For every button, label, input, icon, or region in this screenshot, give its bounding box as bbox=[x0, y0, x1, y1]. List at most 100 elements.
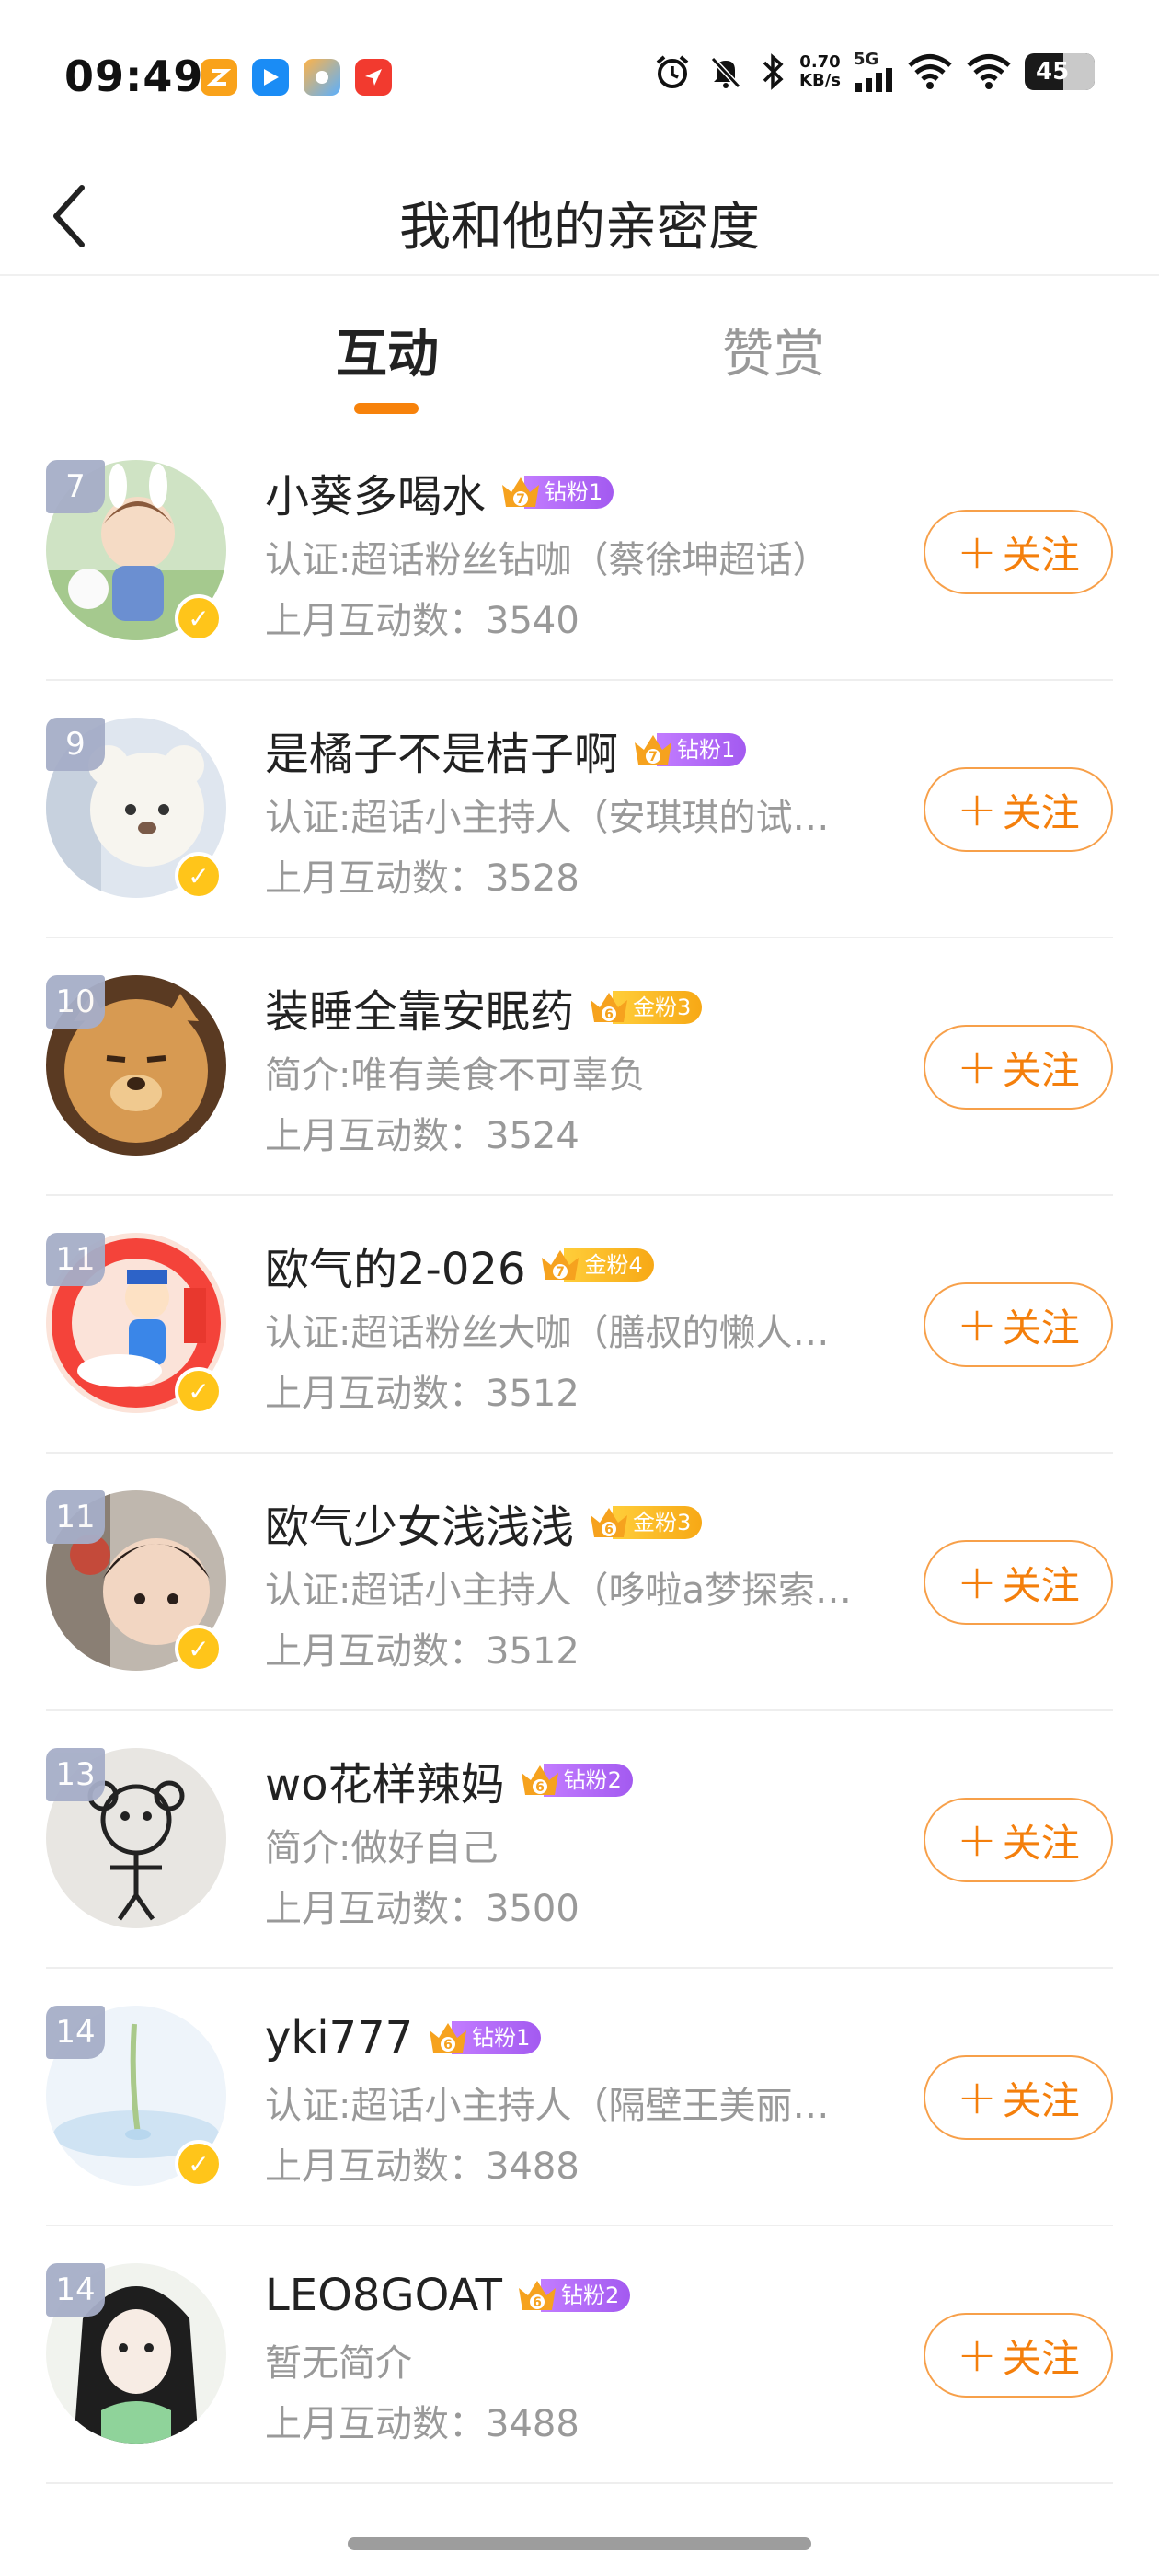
user-description: 认证:超话小主持人（哆啦a梦探索… bbox=[265, 1570, 852, 1612]
interaction-count: 上月互动数：3512 bbox=[265, 1630, 580, 1673]
user-name[interactable]: wo花样辣妈 bbox=[265, 1748, 505, 1812]
home-indicator[interactable] bbox=[348, 2537, 811, 2550]
user-description: 认证:超话小主持人（隔壁王美丽… bbox=[265, 2085, 830, 2127]
user-description: 认证:超话粉丝钻咖（蔡徐坤超话） bbox=[265, 539, 830, 581]
interaction-count: 上月互动数：3540 bbox=[265, 600, 580, 642]
rank-badge: 13 bbox=[46, 1748, 105, 1801]
follow-label: 关注 bbox=[1002, 1820, 1080, 1866]
crown-icon: 6 bbox=[518, 2281, 556, 2310]
user-name[interactable]: 是橘子不是桔子啊 bbox=[265, 718, 618, 782]
crown-level: 6 bbox=[533, 2295, 542, 2310]
crown-icon: 7 bbox=[502, 477, 540, 507]
follow-button[interactable]: + 关注 bbox=[924, 2313, 1113, 2398]
rank-badge: 14 bbox=[46, 2006, 105, 2059]
tab-bar: 互动 赞赏 bbox=[0, 276, 1159, 423]
red-app-icon bbox=[355, 59, 392, 96]
crown-icon: 6 bbox=[591, 993, 628, 1022]
user-description: 简介:做好自己 bbox=[265, 1827, 499, 1869]
follow-label: 关注 bbox=[1002, 789, 1080, 835]
follow-button[interactable]: + 关注 bbox=[924, 510, 1113, 594]
list-item[interactable]: 14 LEO8GOAT 6 钻粉2 暂无简介 上月互动数：3488 + 关注 bbox=[46, 2226, 1113, 2484]
notification-app-icons bbox=[201, 59, 392, 96]
list-item[interactable]: 11 ✓ 欧气的2-026 7 金粉4 认证:超话粉丝大咖（膳叔的懒人… 上月互… bbox=[46, 1196, 1113, 1454]
wifi-secondary-icon bbox=[966, 53, 1012, 90]
rank-badge: 10 bbox=[46, 975, 105, 1029]
crown-icon: 6 bbox=[591, 1508, 628, 1537]
verified-icon: ✓ bbox=[175, 2140, 223, 2188]
list-item[interactable]: 11 ✓ 欧气少女浅浅浅 6 金粉3 认证:超话小主持人（哆啦a梦探索… 上月互… bbox=[46, 1454, 1113, 1711]
clock: 09:49 bbox=[64, 52, 204, 101]
fan-level-badge: 6 金粉3 bbox=[587, 1504, 703, 1541]
fan-level-badge: 6 钻粉2 bbox=[515, 2277, 631, 2314]
follow-button[interactable]: + 关注 bbox=[924, 767, 1113, 852]
fan-level-badge: 6 钻粉2 bbox=[518, 1762, 633, 1799]
verified-icon: ✓ bbox=[175, 594, 223, 642]
follow-label: 关注 bbox=[1002, 1562, 1080, 1608]
orange-app-icon bbox=[201, 59, 237, 96]
follow-label: 关注 bbox=[1002, 2335, 1080, 2381]
list-item[interactable]: 10 装睡全靠安眠药 6 金粉3 简介:唯有美食不可辜负 上月互动数：3524 … bbox=[46, 938, 1113, 1196]
follow-button[interactable]: + 关注 bbox=[924, 1798, 1113, 1882]
follow-label: 关注 bbox=[1002, 2077, 1080, 2123]
plus-icon: + bbox=[957, 782, 997, 837]
status-indicators: 0.70 KB/s 5G 45 bbox=[652, 52, 1095, 92]
list-item[interactable]: 14 ✓ yki777 6 钻粉1 认证:超话小主持人（隔壁王美丽… 上月互动数… bbox=[46, 1969, 1113, 2226]
bluetooth-icon bbox=[759, 52, 786, 92]
rank-badge: 7 bbox=[46, 460, 105, 513]
user-name[interactable]: 装睡全靠安眠药 bbox=[265, 975, 574, 1040]
crown-level: 7 bbox=[516, 492, 525, 507]
status-bar: 09:49 0.70 KB/s 5G 45 bbox=[0, 0, 1159, 156]
crown-icon: 6 bbox=[521, 1765, 558, 1795]
verified-icon: ✓ bbox=[175, 1367, 223, 1415]
follow-button[interactable]: + 关注 bbox=[924, 2055, 1113, 2140]
rank-badge: 11 bbox=[46, 1490, 105, 1544]
user-list: 7 ✓ 小葵多喝水 7 钻粉1 认证:超话粉丝钻咖（蔡徐坤超话） 上月互动数：3… bbox=[0, 423, 1159, 2484]
user-name[interactable]: yki777 bbox=[265, 2012, 413, 2064]
blue-app-icon bbox=[252, 59, 289, 96]
verified-icon: ✓ bbox=[175, 1625, 223, 1673]
fan-level-badge: 7 金粉4 bbox=[538, 1247, 654, 1283]
follow-label: 关注 bbox=[1002, 1305, 1080, 1351]
list-item[interactable]: 9 ✓ 是橘子不是桔子啊 7 钻粉1 认证:超话小主持人（安琪琪的试… 上月互动… bbox=[46, 681, 1113, 938]
network-speed: 0.70 KB/s bbox=[799, 53, 841, 90]
cellular-signal-icon: 5G bbox=[854, 52, 894, 92]
user-name[interactable]: LEO8GOAT bbox=[265, 2270, 502, 2321]
user-description: 认证:超话小主持人（安琪琪的试… bbox=[265, 797, 830, 839]
follow-button[interactable]: + 关注 bbox=[924, 1025, 1113, 1110]
fan-level-badge: 7 钻粉1 bbox=[631, 731, 747, 768]
plus-icon: + bbox=[957, 2070, 997, 2125]
crown-level: 6 bbox=[535, 1780, 545, 1795]
user-name[interactable]: 欧气少女浅浅浅 bbox=[265, 1490, 574, 1555]
mute-icon bbox=[706, 52, 746, 92]
list-item[interactable]: 13 wo花样辣妈 6 钻粉2 简介:做好自己 上月互动数：3500 + 关注 bbox=[46, 1711, 1113, 1969]
rank-badge: 11 bbox=[46, 1233, 105, 1286]
interaction-count: 上月互动数：3528 bbox=[265, 857, 580, 900]
plus-icon: + bbox=[957, 1812, 997, 1868]
interaction-count: 上月互动数：3488 bbox=[265, 2145, 580, 2188]
user-name[interactable]: 欧气的2-026 bbox=[265, 1233, 525, 1297]
crown-level: 7 bbox=[557, 1265, 566, 1280]
tab-reward[interactable]: 赞赏 bbox=[722, 313, 825, 387]
crown-level: 7 bbox=[648, 750, 658, 765]
plus-icon: + bbox=[957, 524, 997, 580]
active-tab-indicator bbox=[354, 403, 419, 414]
wifi-icon bbox=[907, 53, 953, 90]
network-speed-value: 0.70 bbox=[799, 52, 841, 72]
follow-label: 关注 bbox=[1002, 532, 1080, 578]
crown-icon: 6 bbox=[430, 2023, 467, 2053]
user-name[interactable]: 小葵多喝水 bbox=[265, 460, 486, 524]
interaction-count: 上月互动数：3524 bbox=[265, 1115, 580, 1157]
follow-button[interactable]: + 关注 bbox=[924, 1540, 1113, 1625]
list-item[interactable]: 7 ✓ 小葵多喝水 7 钻粉1 认证:超话粉丝钻咖（蔡徐坤超话） 上月互动数：3… bbox=[46, 423, 1113, 681]
tab-interaction[interactable]: 互动 bbox=[336, 313, 439, 387]
plus-icon: + bbox=[957, 1040, 997, 1095]
user-description: 认证:超话粉丝大咖（膳叔的懒人… bbox=[265, 1312, 830, 1354]
navigation-bar: 我和他的亲密度 bbox=[0, 156, 1159, 276]
follow-button[interactable]: + 关注 bbox=[924, 1282, 1113, 1367]
plus-icon: + bbox=[957, 2328, 997, 2383]
fan-level-badge: 6 钻粉1 bbox=[426, 2019, 542, 2056]
user-description: 暂无简介 bbox=[265, 2342, 412, 2385]
interaction-count: 上月互动数：3500 bbox=[265, 1888, 580, 1930]
crown-level: 6 bbox=[443, 2038, 453, 2053]
network-speed-unit: KB/s bbox=[799, 71, 841, 90]
